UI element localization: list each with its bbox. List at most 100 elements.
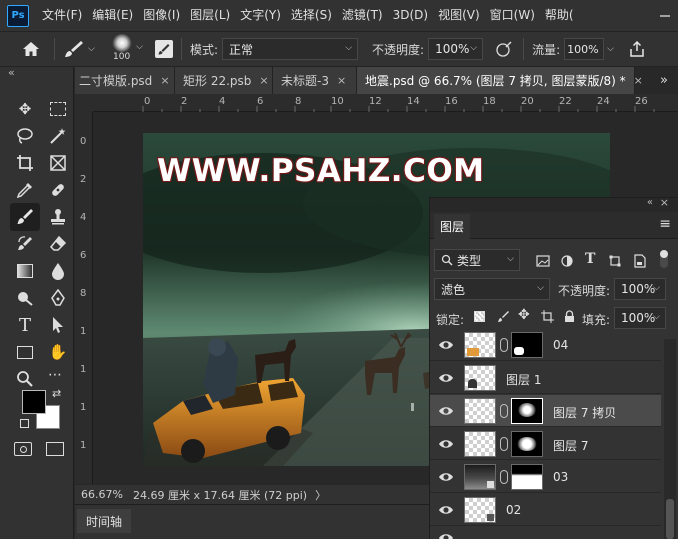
share-icon[interactable] xyxy=(626,38,648,60)
brush-tool-icon[interactable] xyxy=(10,203,40,231)
menu-filter[interactable]: 滤镜(T) xyxy=(337,0,388,31)
chevron-down-icon[interactable]: ⌵ xyxy=(607,44,614,54)
pen-tool-icon[interactable] xyxy=(43,284,73,312)
screen-mode-icon[interactable] xyxy=(46,442,64,456)
layer-row-02[interactable]: 02 xyxy=(430,494,661,526)
panel-collapse-icon[interactable]: « xyxy=(647,197,653,208)
brush-settings-toggle[interactable] xyxy=(155,40,173,58)
visibility-eye-icon[interactable] xyxy=(438,503,454,517)
type-filter-icon[interactable]: T xyxy=(585,251,595,267)
lasso-tool-icon[interactable] xyxy=(10,122,40,150)
brush-preset-picker[interactable]: ⌵ xyxy=(63,39,103,59)
opacity-field[interactable]: 100% ⌵ xyxy=(428,38,484,60)
panel-menu-icon[interactable]: ≡ xyxy=(659,216,671,232)
lock-image-pixels-icon[interactable] xyxy=(497,310,510,323)
tab-layers[interactable]: 图层 xyxy=(434,214,471,239)
flow-field[interactable]: 100% xyxy=(564,38,605,60)
home-icon[interactable] xyxy=(16,34,46,64)
filter-toggle-switch[interactable] xyxy=(660,250,668,268)
crop-tool-icon[interactable] xyxy=(10,149,40,177)
close-icon[interactable]: × xyxy=(634,74,643,87)
rectangle-tool-icon[interactable] xyxy=(10,338,40,366)
minimize-icon[interactable] xyxy=(658,9,672,23)
frame-tool-icon[interactable] xyxy=(43,149,73,177)
vertical-ruler[interactable]: 0 2 4 6 8 1 1 1 1 xyxy=(75,112,93,484)
eraser-tool-icon[interactable] xyxy=(43,230,73,258)
layer-row-04[interactable]: 04 xyxy=(430,329,661,361)
mask-link-icon[interactable] xyxy=(500,338,508,352)
menu-edit[interactable]: 编辑(E) xyxy=(87,0,138,31)
panel-collapse-icon[interactable]: « xyxy=(8,66,15,79)
blend-mode-dropdown[interactable]: 正常 ⌵ xyxy=(222,38,359,60)
default-colors-icon[interactable] xyxy=(20,419,29,428)
tab-document-3[interactable]: 未标题-3 × xyxy=(273,67,357,94)
visibility-eye-icon[interactable] xyxy=(438,437,454,451)
history-brush-tool-icon[interactable] xyxy=(10,230,40,258)
tab-document-2[interactable]: 矩形 22.psb × xyxy=(175,67,273,94)
menu-view[interactable]: 视图(V) xyxy=(433,0,485,31)
tab-timeline[interactable]: 时间轴 xyxy=(77,509,131,533)
quick-mask-icon[interactable] xyxy=(14,442,32,456)
close-icon[interactable]: × xyxy=(337,74,346,87)
layer-row-layer-1[interactable]: 图层 1 xyxy=(430,362,661,394)
lock-position-icon[interactable]: ✥ xyxy=(518,307,530,323)
visibility-eye-icon[interactable] xyxy=(438,338,454,352)
layer-filter-dropdown[interactable]: 类型 ⌵ xyxy=(434,249,520,271)
scrollbar-thumb[interactable] xyxy=(666,499,674,539)
menu-type[interactable]: 文字(Y) xyxy=(235,0,286,31)
marquee-tool-icon[interactable] xyxy=(43,95,73,123)
close-icon[interactable]: × xyxy=(660,196,669,209)
brush-size-picker[interactable]: 100 ⌵ xyxy=(105,32,143,66)
dodge-tool-icon[interactable] xyxy=(10,284,40,312)
close-icon[interactable]: × xyxy=(259,74,268,87)
visibility-eye-icon[interactable] xyxy=(438,371,454,385)
healing-brush-tool-icon[interactable] xyxy=(43,176,73,204)
magic-wand-tool-icon[interactable] xyxy=(43,122,73,150)
foreground-color-swatch[interactable] xyxy=(22,390,46,414)
zoom-level[interactable]: 66.67% xyxy=(81,488,129,501)
menu-3d[interactable]: 3D(D) xyxy=(388,0,433,31)
smart-object-filter-icon[interactable] xyxy=(634,254,646,268)
stamp-tool-icon[interactable] xyxy=(43,203,73,231)
zoom-tool-icon[interactable] xyxy=(10,365,40,393)
tab-document-active[interactable]: 地震.psd @ 66.7% (图层 7 拷贝, 图层蒙版/8) * × xyxy=(357,67,643,94)
visibility-eye-icon[interactable] xyxy=(438,404,454,418)
visibility-eye-icon[interactable] xyxy=(438,470,454,484)
fill-field[interactable]: 100% ⌵ xyxy=(614,307,666,329)
pressure-opacity-icon[interactable] xyxy=(493,38,515,60)
layer-row-layer-7-copy[interactable]: 图层 7 拷贝 xyxy=(430,395,661,427)
lock-transparent-pixels-icon[interactable] xyxy=(474,311,485,322)
layer-opacity-field[interactable]: 100% ⌵ xyxy=(614,278,666,300)
layer-row-03[interactable]: 03 xyxy=(430,461,661,493)
menu-image[interactable]: 图像(I) xyxy=(138,0,185,31)
swap-colors-icon[interactable]: ⇄ xyxy=(52,387,61,400)
layer-row-layer-7[interactable]: 图层 7 xyxy=(430,428,661,460)
layer-blend-mode-dropdown[interactable]: 滤色 ⌵ xyxy=(434,278,550,300)
blur-tool-icon[interactable] xyxy=(43,257,73,285)
shape-filter-icon[interactable] xyxy=(609,255,621,267)
image-filter-icon[interactable] xyxy=(536,255,550,267)
adjustment-filter-icon[interactable] xyxy=(561,255,573,267)
mask-link-icon[interactable] xyxy=(500,404,508,418)
move-tool-icon[interactable]: ✥ xyxy=(10,95,40,123)
lock-artboard-icon[interactable] xyxy=(541,310,554,323)
menu-select[interactable]: 选择(S) xyxy=(286,0,337,31)
gradient-tool-icon[interactable] xyxy=(10,257,40,285)
menu-layer[interactable]: 图层(L) xyxy=(185,0,235,31)
visibility-eye-icon[interactable] xyxy=(438,531,454,539)
close-icon[interactable]: × xyxy=(160,74,169,87)
mask-link-icon[interactable] xyxy=(500,437,508,451)
menu-help[interactable]: 帮助( xyxy=(540,0,579,31)
more-tools-icon[interactable]: ⋯ xyxy=(48,367,62,383)
horizontal-ruler[interactable]: 0 2 4 6 8 10 12 14 16 18 20 22 24 26 xyxy=(93,94,678,112)
eyedropper-tool-icon[interactable] xyxy=(10,176,40,204)
mask-link-icon[interactable] xyxy=(500,470,508,484)
path-selection-tool-icon[interactable] xyxy=(43,311,73,339)
menu-window[interactable]: 窗口(W) xyxy=(485,0,540,31)
hand-tool-icon[interactable]: ✋ xyxy=(43,338,73,366)
tab-document-1[interactable]: 二寸模版.psd × xyxy=(75,67,175,94)
type-tool-icon[interactable]: T xyxy=(10,311,40,339)
layer-row-partial[interactable] xyxy=(430,527,661,539)
layers-scrollbar[interactable] xyxy=(664,339,676,539)
status-menu-arrow-icon[interactable]: 〉 xyxy=(315,487,326,503)
